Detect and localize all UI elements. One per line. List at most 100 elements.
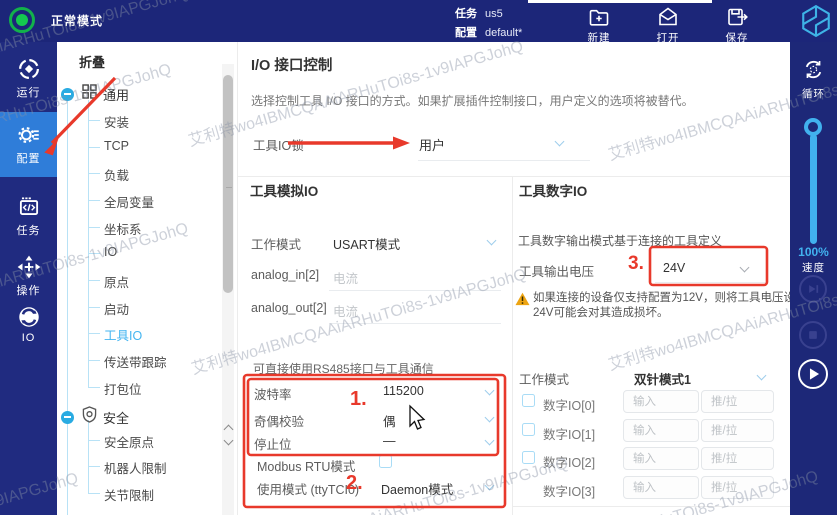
tree-group-safety[interactable]: 安全 [61, 406, 129, 428]
baud-label: 波特率 [254, 384, 292, 403]
task-info: 任务us5 [455, 5, 503, 21]
tree-tick [88, 307, 100, 308]
tree-item-home[interactable]: 原点 [104, 272, 129, 291]
tree-item-global-vars[interactable]: 全局变量 [104, 192, 154, 211]
chevron-down-icon [485, 481, 495, 491]
speed-slider-track[interactable] [810, 134, 817, 244]
nav-config[interactable]: 配置 [0, 122, 57, 166]
open-button[interactable]: 打开 [651, 5, 685, 45]
play-icon [800, 359, 826, 389]
digital-io-2-label: 数字IO[2] [543, 452, 595, 471]
digital-workmode-label: 工作模式 [519, 369, 569, 388]
nav-task[interactable]: 任务 [0, 194, 57, 238]
collapse-toggle[interactable]: 折叠 [79, 52, 105, 71]
nav-operate[interactable]: 操作 [0, 254, 57, 298]
tree-tick [88, 280, 100, 281]
scrollbar-thumb[interactable] [223, 75, 233, 293]
tree-item-startup[interactable]: 启动 [104, 299, 129, 318]
tree-item-coords[interactable]: 坐标系 [104, 219, 142, 238]
analog-workmode-select[interactable]: USART模式 [333, 234, 400, 253]
nav-config-label: 配置 [0, 150, 57, 166]
tree-tick [88, 387, 100, 388]
stopbits-select[interactable]: — [383, 434, 396, 448]
collapse-minus-icon[interactable] [61, 411, 74, 424]
usage-mode-select[interactable]: Daemon模式 [381, 479, 453, 498]
digital-io-1-label: 数字IO[1] [543, 424, 595, 443]
baud-select[interactable]: 115200 [383, 384, 424, 398]
chevron-down-icon [485, 436, 495, 446]
digital-io-3-mode-field: 推/拉 [701, 476, 774, 499]
tree-tick [88, 200, 100, 201]
new-button[interactable]: 新建 [582, 5, 616, 45]
tree-tick [88, 173, 100, 174]
tree-tick [88, 493, 100, 494]
nav-operate-label: 操作 [0, 282, 57, 298]
page-title: I/O 接口控制 [251, 54, 332, 75]
nav-run[interactable]: 运行 [0, 56, 57, 100]
tree-item-io[interactable]: IO [104, 245, 117, 259]
digital-io-3-label: 数字IO[3] [543, 481, 595, 500]
tree-branch-line [88, 100, 89, 387]
parity-select[interactable]: 偶 [383, 411, 396, 430]
step-button[interactable] [799, 275, 827, 303]
modbus-checkbox[interactable] [379, 455, 392, 468]
io-icon [0, 304, 57, 330]
digital-io-3-direction-field: 输入 [623, 476, 699, 499]
right-control-rail: 循环 100% 速度 [790, 42, 837, 515]
io-lock-select[interactable]: 用户 [419, 135, 445, 154]
tree-group-general[interactable]: 通用 [61, 84, 129, 104]
open-file-icon [651, 5, 685, 29]
section-divider [238, 176, 791, 177]
digital-io-1-mode-field: 推/拉 [701, 419, 774, 442]
tree-item-packing[interactable]: 打包位 [104, 379, 142, 398]
tree-item-tcp[interactable]: TCP [104, 139, 129, 153]
annotation-number-1: 1. [350, 388, 367, 411]
tree-tick [88, 440, 100, 441]
tree-group-general-label: 通用 [103, 85, 129, 104]
digital-io-0-checkbox[interactable] [522, 394, 535, 407]
voltage-select[interactable]: 24V [663, 261, 685, 275]
task-label: 任务 [455, 8, 477, 20]
field-underline [329, 290, 501, 291]
tree-tick [88, 360, 100, 361]
nav-run-label: 运行 [0, 84, 57, 100]
shield-icon [82, 406, 97, 428]
tree-item-safety-home[interactable]: 安全原点 [104, 432, 154, 451]
parity-label: 奇偶校验 [254, 411, 304, 430]
digital-io-2-mode-field: 推/拉 [701, 447, 774, 470]
tree-item-robot-limits[interactable]: 机器人限制 [104, 458, 167, 477]
left-nav-rail: 运行 配置 任务 操作 [0, 42, 57, 515]
collapse-minus-icon[interactable] [61, 88, 74, 101]
loop-icon[interactable] [801, 57, 826, 87]
play-button[interactable] [798, 359, 828, 389]
nav-io[interactable]: IO [0, 304, 57, 344]
tree-item-load[interactable]: 负载 [104, 165, 129, 184]
analog-out-label: analog_out[2] [251, 301, 327, 315]
stop-button[interactable] [799, 321, 827, 349]
tree-tick [88, 466, 100, 467]
tree-tick [88, 147, 100, 148]
voltage-label: 工具输出电压 [519, 261, 594, 280]
tree-tick [88, 120, 100, 121]
tree-scrollbar[interactable] [222, 64, 234, 515]
robot-mode-indicator[interactable]: 正常模式 [9, 7, 103, 33]
tree-trunk-line [67, 98, 68, 515]
analog-in-label: analog_in[2] [251, 268, 319, 282]
io-lock-underline [418, 160, 590, 161]
tree-item-conveyor[interactable]: 传送带跟踪 [104, 352, 167, 371]
tree-item-install[interactable]: 安装 [104, 112, 129, 131]
digital-section-title: 工具数字IO [519, 180, 587, 200]
io-lock-label: 工具IO锁 [253, 135, 304, 154]
save-icon [720, 5, 754, 29]
config-label: 配置 [455, 27, 477, 39]
digital-io-2-checkbox[interactable] [522, 451, 535, 464]
move-arrows-icon [0, 254, 57, 280]
save-button[interactable]: 保存 [720, 5, 754, 45]
tree-item-tool-io[interactable]: 工具IO [104, 325, 142, 344]
run-icon [0, 56, 57, 82]
digital-workmode-select[interactable]: 双针模式1 [634, 369, 691, 388]
main-content: I/O 接口控制 选择控制工具 I/O 接口的方式。如果扩展插件控制接口，用户定… [237, 42, 790, 515]
tree-item-joint-limits[interactable]: 关节限制 [104, 485, 154, 504]
chevron-down-icon [485, 386, 495, 396]
digital-io-1-checkbox[interactable] [522, 423, 535, 436]
